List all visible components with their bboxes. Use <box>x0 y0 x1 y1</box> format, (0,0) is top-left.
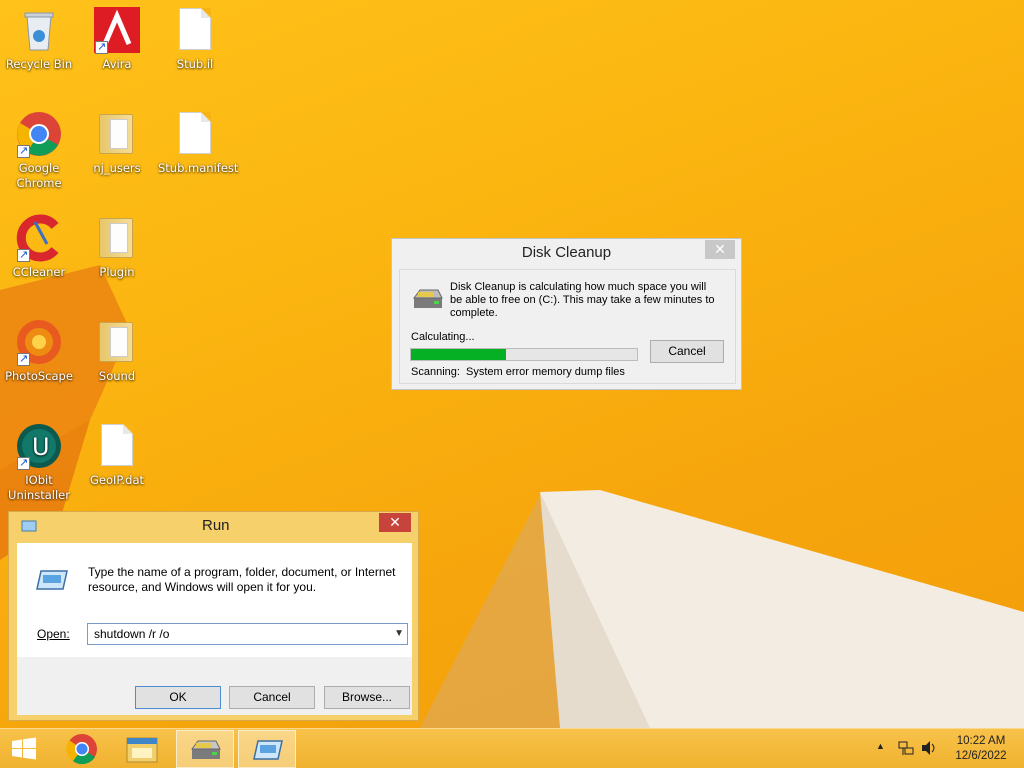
desktop-icon-ccleaner[interactable]: CCleaner <box>0 214 78 280</box>
clock-time: 10:22 AM <box>956 735 1006 747</box>
desktop-icon-label: Sound <box>98 369 136 383</box>
desktop-icon-geoip[interactable]: GeoIP.dat <box>78 422 156 488</box>
desktop-icon-label: Google Chrome <box>16 161 62 190</box>
desktop-icon-label: Plugin <box>99 265 135 279</box>
scanning-item: System error memory dump files <box>466 366 625 378</box>
desktop-icon-stub-il[interactable]: Stub.il <box>156 6 234 72</box>
taskbar-run[interactable] <box>238 730 296 768</box>
folder-icon <box>93 110 141 158</box>
dialog-title: Disk Cleanup <box>521 244 612 261</box>
file-icon <box>171 110 219 158</box>
cancel-button[interactable]: Cancel <box>229 686 315 709</box>
desktop-icon-label: nj_users <box>93 161 141 175</box>
folder-icon <box>93 214 141 262</box>
browse-button[interactable]: Browse... <box>324 686 410 709</box>
desktop-icon-nj-users[interactable]: nj_users <box>78 110 156 176</box>
desktop-icon-avira[interactable]: Avira <box>78 6 156 72</box>
open-label: Open: <box>37 627 70 641</box>
desktop: Recycle Bin Google Chrome CCleaner Photo… <box>0 0 1024 728</box>
desktop-icon-label: IObit Uninstaller <box>8 473 70 502</box>
shortcut-arrow-icon <box>17 455 30 470</box>
close-button[interactable]: ✕ <box>705 240 735 259</box>
desktop-icon-label: PhotoScape <box>5 369 73 383</box>
taskbar: ▲ 10:22 AM 12/6/2022 <box>0 728 1024 768</box>
iobit-uninstaller-icon: U <box>15 422 63 470</box>
desktop-icon-iobit-uninstaller[interactable]: U IObit Uninstaller <box>0 422 78 503</box>
svg-text:U: U <box>32 433 50 461</box>
open-input-value: shutdown /r /o <box>94 627 170 641</box>
shortcut-arrow-icon <box>17 247 30 262</box>
desktop-icon-recycle-bin[interactable]: Recycle Bin <box>0 6 78 72</box>
taskbar-file-explorer[interactable] <box>113 730 171 768</box>
folder-icon <box>93 318 141 366</box>
chrome-icon <box>66 734 97 765</box>
taskbar-disk-cleanup[interactable] <box>176 730 234 768</box>
folder-icon <box>126 737 158 763</box>
file-icon <box>93 422 141 470</box>
chrome-icon <box>15 110 63 158</box>
cancel-button[interactable]: Cancel <box>650 340 724 363</box>
ok-button[interactable]: OK <box>135 686 221 709</box>
run-icon <box>35 569 69 591</box>
clock[interactable]: 10:22 AM 12/6/2022 <box>947 734 1015 764</box>
desktop-icon-chrome[interactable]: Google Chrome <box>0 110 78 191</box>
desktop-icon-label: Stub.il <box>176 57 214 71</box>
calculating-label: Calculating... <box>411 331 475 343</box>
desktop-icon-label: Recycle Bin <box>5 57 73 71</box>
volume-icon[interactable] <box>920 739 938 762</box>
run-dialog: Run ✕ Type the name of a program, folder… <box>8 511 419 721</box>
shortcut-arrow-icon <box>17 351 30 366</box>
disk-cleanup-dialog: Disk Cleanup ✕ Disk Cleanup is calculati… <box>391 238 742 390</box>
desktop-icon-sound[interactable]: Sound <box>78 318 156 384</box>
avira-icon <box>93 6 141 54</box>
recycle-bin-icon <box>15 6 63 54</box>
run-description: Type the name of a program, folder, docu… <box>88 565 396 594</box>
desktop-icon-label: Avira <box>102 57 132 71</box>
show-hidden-icons-button[interactable]: ▲ <box>876 741 885 751</box>
shortcut-arrow-icon <box>17 143 30 158</box>
dialog-title: Run <box>202 517 230 534</box>
desktop-icon-plugin[interactable]: Plugin <box>78 214 156 280</box>
taskbar-chrome[interactable] <box>53 730 111 768</box>
clock-date: 12/6/2022 <box>955 750 1007 762</box>
desktop-icon-label: GeoIP.dat <box>89 473 145 487</box>
chevron-down-icon[interactable]: ▼ <box>394 624 404 644</box>
open-combobox[interactable]: shutdown /r /o ▼ <box>87 623 408 645</box>
progress-fill <box>411 349 506 360</box>
disk-drive-icon <box>191 740 221 759</box>
start-button[interactable] <box>0 730 48 768</box>
cleanup-message: Disk Cleanup is calculating how much spa… <box>450 281 715 319</box>
progress-bar <box>410 348 638 361</box>
desktop-icon-label: CCleaner <box>12 265 66 279</box>
run-icon <box>253 740 283 760</box>
desktop-icon-photoscape[interactable]: PhotoScape <box>0 318 78 384</box>
shortcut-arrow-icon <box>95 39 108 54</box>
desktop-icon-stub-manifest[interactable]: Stub.manifest <box>156 110 239 176</box>
desktop-icon-label: Stub.manifest <box>158 161 239 175</box>
dialog-body: Type the name of a program, folder, docu… <box>17 543 412 715</box>
windows-logo-icon <box>12 737 36 760</box>
disk-drive-icon <box>412 286 444 312</box>
scanning-label: Scanning: <box>411 366 460 378</box>
ccleaner-icon <box>15 214 63 262</box>
close-button[interactable]: ✕ <box>379 513 411 532</box>
dialog-body: Disk Cleanup is calculating how much spa… <box>399 269 736 384</box>
file-icon <box>171 6 219 54</box>
network-icon[interactable] <box>897 739 915 762</box>
photoscape-icon <box>15 318 63 366</box>
